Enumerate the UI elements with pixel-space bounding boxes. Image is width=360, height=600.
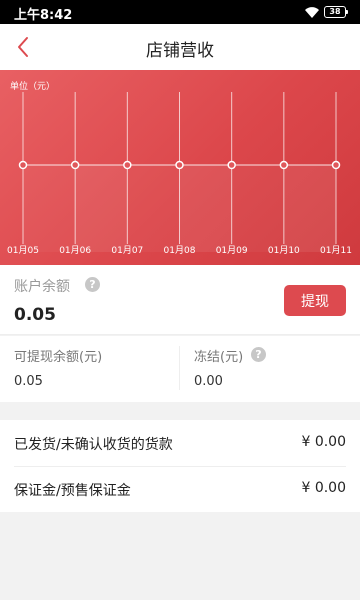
x-tick-label: 01月09 (216, 245, 248, 256)
page-title: 店铺营收 (146, 41, 214, 61)
chart-area-band (231, 165, 284, 252)
account-balance-section: 账户余额 ? 0.05 提现 (0, 265, 360, 335)
nav-bar: 店铺营收 (0, 24, 360, 70)
data-point[interactable] (123, 160, 132, 170)
detail-label: 已发货/未确认收货的货款 (14, 437, 173, 453)
x-tick-label: 01月11 (320, 245, 352, 256)
battery-icon: 38 (324, 6, 348, 18)
status-bar: 上午8:42 38 (0, 0, 360, 24)
data-point[interactable] (227, 160, 236, 170)
data-point[interactable] (18, 160, 28, 170)
withdraw-button[interactable]: 提现 (284, 285, 346, 316)
x-tick-label: 01月05 (7, 245, 39, 256)
account-balance-label: 账户余额 (14, 279, 70, 295)
divider (179, 346, 180, 390)
x-tick-label: 01月07 (111, 245, 143, 256)
account-balance-amount: 0.05 (14, 305, 56, 325)
withdrawable-value: 0.05 (14, 374, 43, 389)
help-icon[interactable]: ? (85, 277, 100, 292)
chart-area-band (127, 165, 180, 252)
data-point[interactable] (279, 160, 289, 170)
data-point[interactable] (70, 160, 80, 170)
data-point[interactable] (331, 160, 341, 170)
chart-area-band (283, 165, 336, 252)
status-time: 上午8:42 (14, 8, 73, 23)
balance-breakdown: 可提现余额(元) 0.05 冻结(元) ? 0.00 (0, 336, 360, 402)
chart-area-band (179, 165, 232, 252)
chart-area-band (23, 165, 76, 252)
details-list: 已发货/未确认收货的货款 ¥ 0.00 保证金/预售保证金 ¥ 0.00 (0, 420, 360, 512)
frozen-value: 0.00 (194, 374, 223, 389)
data-point[interactable] (175, 160, 184, 170)
chart-area-band (75, 165, 128, 252)
detail-value: ¥ 0.00 (301, 434, 346, 450)
x-tick-label: 01月08 (164, 245, 196, 256)
wifi-icon (305, 7, 319, 18)
x-tick-label: 01月06 (59, 245, 91, 256)
x-tick-label: 01月10 (268, 245, 300, 256)
chart-plot: 01月05 01月06 01月07 01月08 01月09 01月10 01月11 (7, 92, 352, 256)
revenue-chart: 单位（元） 01月05 01月06 01月07 01月08 01月09 01月10 01月1… (0, 70, 360, 265)
list-item[interactable]: 保证金/预售保证金 ¥ 0.00 (14, 466, 346, 512)
detail-label: 保证金/预售保证金 (14, 483, 131, 499)
list-item[interactable]: 已发货/未确认收货的货款 ¥ 0.00 (14, 420, 346, 466)
detail-value: ¥ 0.00 (301, 480, 346, 496)
frozen-label: 冻结(元) (194, 350, 244, 365)
help-icon[interactable]: ? (251, 347, 266, 362)
withdrawable-label: 可提现余额(元) (14, 350, 103, 365)
